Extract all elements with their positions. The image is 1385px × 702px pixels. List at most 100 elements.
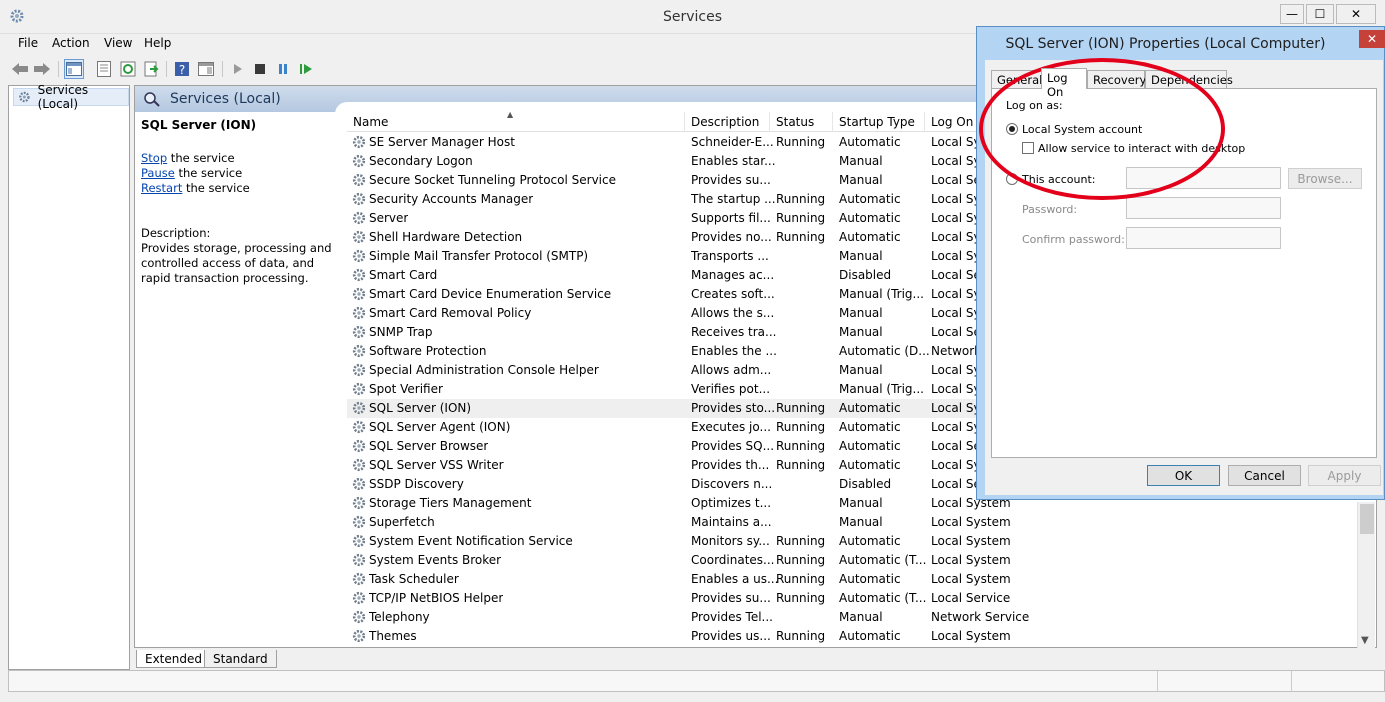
forward-button[interactable] xyxy=(32,59,52,79)
scroll-down-arrow-icon[interactable]: ▼ xyxy=(1361,635,1369,646)
back-button[interactable] xyxy=(10,59,30,79)
password-field[interactable] xyxy=(1126,197,1281,219)
table-row[interactable]: Task Scheduler Enables a us... Running Auto… xyxy=(347,570,1357,589)
show-console-tree-button[interactable] xyxy=(64,59,84,79)
cell-description: The startup ... xyxy=(691,192,776,206)
local-system-account-label: Local System account xyxy=(1022,123,1143,136)
show-hide-action-pane-button[interactable] xyxy=(196,59,216,79)
action-suffix: the service xyxy=(182,181,250,195)
cell-name: Task Scheduler xyxy=(369,572,459,586)
status-divider xyxy=(1291,671,1292,691)
service-gear-icon xyxy=(352,534,366,548)
browse-button[interactable]: Browse... xyxy=(1288,168,1362,189)
cell-description: Provides su... xyxy=(691,591,771,605)
service-gear-icon xyxy=(352,439,366,453)
sort-ascending-icon: ▲ xyxy=(507,110,514,119)
cell-name: Secondary Logon xyxy=(369,154,473,168)
dialog-close-button[interactable]: ✕ xyxy=(1359,30,1385,48)
cell-name: Superfetch xyxy=(369,515,435,529)
service-gear-icon xyxy=(352,496,366,510)
service-gear-icon xyxy=(352,344,366,358)
apply-button[interactable]: Apply xyxy=(1308,465,1381,486)
table-row[interactable]: TCP/IP NetBIOS Helper Provides su... Runni… xyxy=(347,589,1357,608)
table-row[interactable]: Themes Provides us... Running Automatic Loca… xyxy=(347,627,1357,646)
confirm-password-field[interactable] xyxy=(1126,227,1281,249)
menu-view[interactable]: View xyxy=(104,36,132,50)
cell-description: Enables the ... xyxy=(691,344,777,358)
pause-service-button[interactable] xyxy=(273,59,293,79)
menu-action[interactable]: Action xyxy=(52,36,90,50)
tab-extended[interactable]: Extended xyxy=(136,650,211,668)
cell-description: Provides us... xyxy=(691,629,771,643)
maximize-button[interactable]: ☐ xyxy=(1306,4,1334,24)
table-row[interactable]: Superfetch Maintains a... Manual Local Syst… xyxy=(347,513,1357,532)
start-service-button[interactable] xyxy=(228,59,248,79)
stop-service-button[interactable] xyxy=(250,59,270,79)
table-row[interactable]: System Event Notification Service Monitor… xyxy=(347,532,1357,551)
cell-status: Running xyxy=(776,211,826,225)
tree-item-services-local[interactable]: Services (Local) xyxy=(13,83,129,111)
scrollbar-thumb[interactable] xyxy=(1360,504,1374,534)
action-suffix: the service xyxy=(174,166,243,180)
cell-name: SE Server Manager Host xyxy=(369,135,515,149)
tab-recovery[interactable]: Recovery xyxy=(1087,70,1146,88)
cell-status: Running xyxy=(776,458,826,472)
cell-name: SQL Server Browser xyxy=(369,439,489,453)
status-divider xyxy=(1157,671,1158,691)
cell-name: Smart Card xyxy=(369,268,438,282)
menu-help[interactable]: Help xyxy=(144,36,171,50)
service-gear-icon xyxy=(352,287,366,301)
cell-log-on-as: Network xyxy=(931,344,982,358)
action-stop: Stop the service xyxy=(141,151,341,166)
table-row[interactable]: System Events Broker Coordinates... Runnin… xyxy=(347,551,1357,570)
restart-link[interactable]: Restart xyxy=(141,181,182,195)
help-button[interactable]: ? xyxy=(172,59,192,79)
cell-description: Allows the s... xyxy=(691,306,775,320)
cell-startup-type: Automatic xyxy=(839,401,901,415)
account-name-field[interactable] xyxy=(1126,167,1281,189)
cell-startup-type: Manual xyxy=(839,306,883,320)
service-gear-icon xyxy=(352,591,366,605)
stop-link[interactable]: Stop xyxy=(141,151,167,165)
cell-status: Running xyxy=(776,572,826,586)
properties-button[interactable] xyxy=(94,59,114,79)
interact-with-desktop-checkbox[interactable] xyxy=(1022,142,1034,154)
tab-dependencies[interactable]: Dependencies xyxy=(1145,70,1233,88)
cell-status: Running xyxy=(776,401,826,415)
service-gear-icon xyxy=(352,382,366,396)
cell-log-on-as: Local System xyxy=(931,534,1011,548)
tab-general[interactable]: General xyxy=(991,70,1043,88)
refresh-button[interactable] xyxy=(118,59,138,79)
tab-standard[interactable]: Standard xyxy=(204,650,277,668)
cell-description: Enables star... xyxy=(691,154,776,168)
restart-service-button[interactable] xyxy=(296,59,316,79)
close-button[interactable]: ✕ xyxy=(1336,4,1376,24)
cell-log-on-as: Local System xyxy=(931,553,1011,567)
cell-status: Running xyxy=(776,192,826,206)
table-row[interactable]: Telephony Provides Tel... Manual Network Se… xyxy=(347,608,1357,627)
minimize-button[interactable]: — xyxy=(1280,4,1304,24)
column-header-name[interactable]: Name ▲ xyxy=(347,110,685,132)
cell-name: SSDP Discovery xyxy=(369,477,464,491)
export-list-button[interactable] xyxy=(142,59,162,79)
vertical-scrollbar[interactable]: ▼ xyxy=(1357,502,1375,648)
pause-link[interactable]: Pause xyxy=(141,166,175,180)
menu-file[interactable]: File xyxy=(18,36,38,50)
stop-icon xyxy=(255,64,265,74)
column-label: Description xyxy=(691,115,760,129)
local-system-account-radio[interactable] xyxy=(1006,123,1018,135)
cell-description: Provides SQ... xyxy=(691,439,775,453)
cell-startup-type: Disabled xyxy=(839,268,892,282)
cell-description: Provides no... xyxy=(691,230,772,244)
this-account-radio[interactable] xyxy=(1006,173,1018,185)
cell-startup-type: Automatic xyxy=(839,629,901,643)
cell-name: Telephony xyxy=(369,610,430,624)
cell-status: Running xyxy=(776,230,826,244)
cancel-button[interactable]: Cancel xyxy=(1228,465,1301,486)
ok-button[interactable]: OK xyxy=(1147,465,1220,486)
column-header-startup-type[interactable]: Startup Type xyxy=(833,112,925,132)
service-gear-icon xyxy=(352,192,366,206)
column-header-description[interactable]: Description xyxy=(685,112,770,132)
column-header-status[interactable]: Status xyxy=(770,112,833,132)
tab-log-on[interactable]: Log On xyxy=(1041,68,1087,99)
